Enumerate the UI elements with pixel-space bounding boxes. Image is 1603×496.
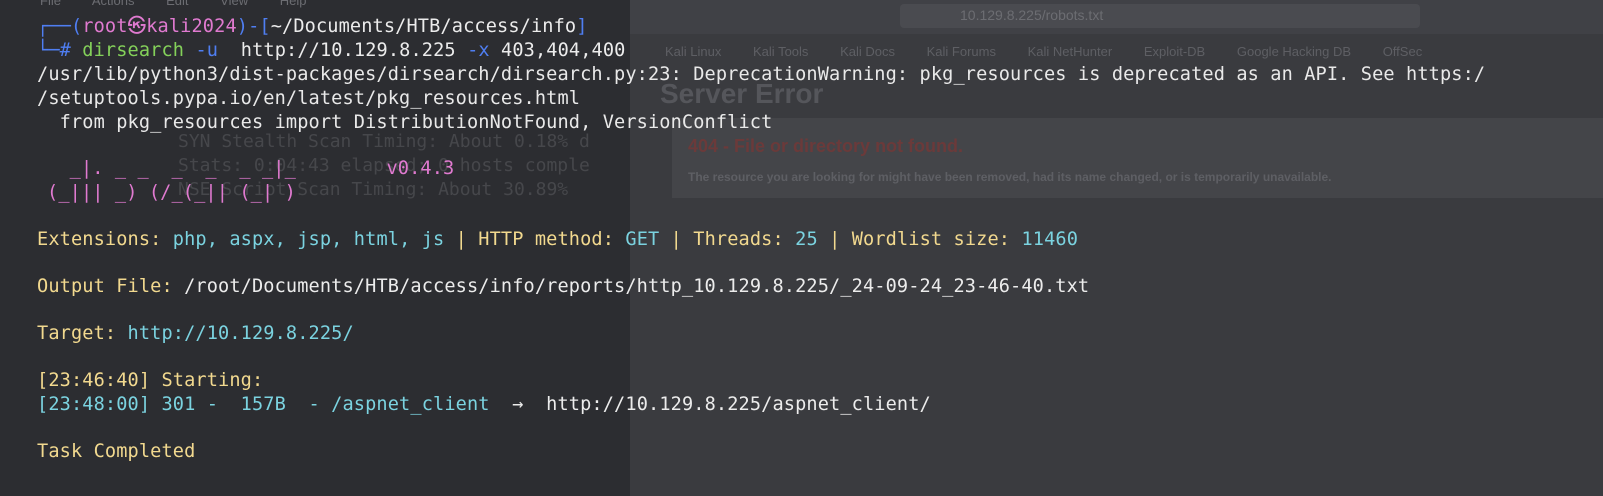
command-codes: 403,404,400 — [501, 40, 626, 61]
warning-line: /usr/lib/python3/dist-packages/dirsearch… — [37, 64, 1486, 85]
result-line: [23:48:00] 301 - 157B - /aspnet_client →… — [37, 394, 931, 415]
command-flag: -x — [467, 40, 490, 61]
prompt-hash: # — [59, 40, 71, 61]
redirect-arrow-icon: → — [512, 394, 524, 415]
config-line: Extensions: php, aspx, jsp, html, js | H… — [37, 229, 1079, 250]
banner-line: (_||| _) (/_(_|| (_| ) — [47, 182, 296, 203]
threads-value: 25 — [795, 229, 818, 250]
prompt-path: ~/Documents/HTB/access/info — [270, 16, 577, 37]
redirect-target: http://10.129.8.225/aspnet_client/ — [523, 394, 931, 415]
command-line: └─# dirsearch -u http://10.129.8.225 -x … — [37, 40, 626, 61]
start-line: [23:46:40] Starting: — [37, 370, 264, 391]
target-url: http://10.129.8.225/ — [127, 323, 354, 344]
prompt-line: ┌──(root㉿kali2024)-[~/Documents/HTB/acce… — [37, 16, 588, 37]
version-label: v0.4.3 — [386, 158, 455, 179]
output-file-line: Output File: /root/Documents/HTB/access/… — [37, 276, 1090, 297]
command-name: dirsearch — [82, 40, 185, 61]
warning-line: from pkg_resources import DistributionNo… — [37, 112, 773, 133]
warning-line: /setuptools.pypa.io/en/latest/pkg_resour… — [37, 88, 581, 109]
command-flag: -u — [195, 40, 219, 61]
extensions-value: php, aspx, jsp, html, js — [172, 229, 445, 250]
banner-line: _|. _ _ _ _ _ _|_ v0.4.3 — [47, 158, 455, 179]
output-file-path: /root/Documents/HTB/access/info/reports/… — [184, 276, 1090, 297]
prompt-user: root㉿kali2024 — [82, 16, 237, 37]
wordlist-value: 11460 — [1021, 229, 1079, 250]
method-value: GET — [625, 229, 660, 250]
command-url: http://10.129.8.225 — [240, 40, 456, 61]
task-completed: Task Completed — [37, 441, 196, 462]
terminal-output[interactable]: ┌──(root㉿kali2024)-[~/Documents/HTB/acce… — [0, 0, 1603, 496]
target-line: Target: http://10.129.8.225/ — [37, 323, 354, 344]
